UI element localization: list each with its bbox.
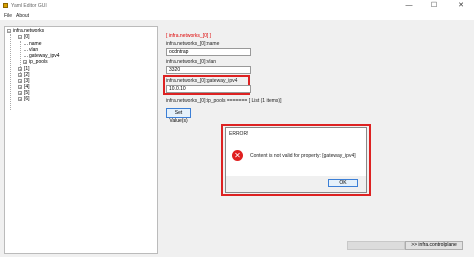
expand-icon[interactable]: + xyxy=(18,79,22,84)
error-icon: ✕ xyxy=(232,150,243,161)
collapse-icon[interactable]: − xyxy=(18,35,22,40)
name-input[interactable] xyxy=(166,48,251,56)
gateway-label: infra.networks_[0]:gateway_ipv4 xyxy=(166,78,238,84)
dialog-title: ERROR! xyxy=(229,131,249,137)
section-header: [ infra.networks_[0] ] xyxy=(166,33,212,39)
dialog-message: Content is not valid for property: [gate… xyxy=(250,153,356,159)
menu-bar xyxy=(0,12,474,20)
gateway-input[interactable] xyxy=(166,85,251,93)
tree-guide-line xyxy=(24,56,28,57)
tree-view[interactable]: − infra.networks − [0] name vlan gateway… xyxy=(4,26,158,254)
menu-file[interactable]: File xyxy=(4,13,12,19)
expand-icon[interactable]: + xyxy=(18,97,22,102)
ok-button[interactable]: OK xyxy=(328,179,358,187)
expand-icon[interactable]: + xyxy=(23,60,27,65)
expand-icon[interactable]: + xyxy=(18,73,22,78)
minimize-button[interactable]: — xyxy=(400,0,418,12)
vlan-label: infra.networks_[0]:vlan xyxy=(166,59,217,65)
close-button[interactable]: ✕ xyxy=(452,0,470,12)
expand-icon[interactable]: + xyxy=(18,85,22,90)
expand-icon[interactable]: + xyxy=(18,91,22,96)
maximize-button[interactable]: ☐ xyxy=(425,0,443,12)
expand-icon[interactable]: + xyxy=(18,67,22,72)
app-icon xyxy=(3,3,8,8)
tree-node-item[interactable]: [6] xyxy=(24,96,30,102)
collapse-icon[interactable]: − xyxy=(7,29,11,34)
menu-about[interactable]: About xyxy=(16,13,29,19)
tree-guide-line xyxy=(10,34,11,110)
tree-guide-line xyxy=(24,50,28,51)
window-title: Yaml Editor GUI xyxy=(11,3,47,9)
name-label: infra.networks_[0]:name xyxy=(166,41,220,47)
tree-node-ip-pools[interactable]: ip_pools xyxy=(29,59,48,65)
ip-pools-label: infra.networks_[0]:ip_pools ======= [ Li… xyxy=(166,98,282,104)
tree-guide-line xyxy=(24,44,28,45)
tree-node-item-0[interactable]: [0] xyxy=(24,34,30,40)
next-button[interactable]: >> infra.controlplane xyxy=(405,241,463,250)
previous-button[interactable] xyxy=(347,241,405,250)
vlan-input[interactable] xyxy=(166,66,251,74)
set-values-button[interactable]: Set Value(s) xyxy=(166,108,191,124)
